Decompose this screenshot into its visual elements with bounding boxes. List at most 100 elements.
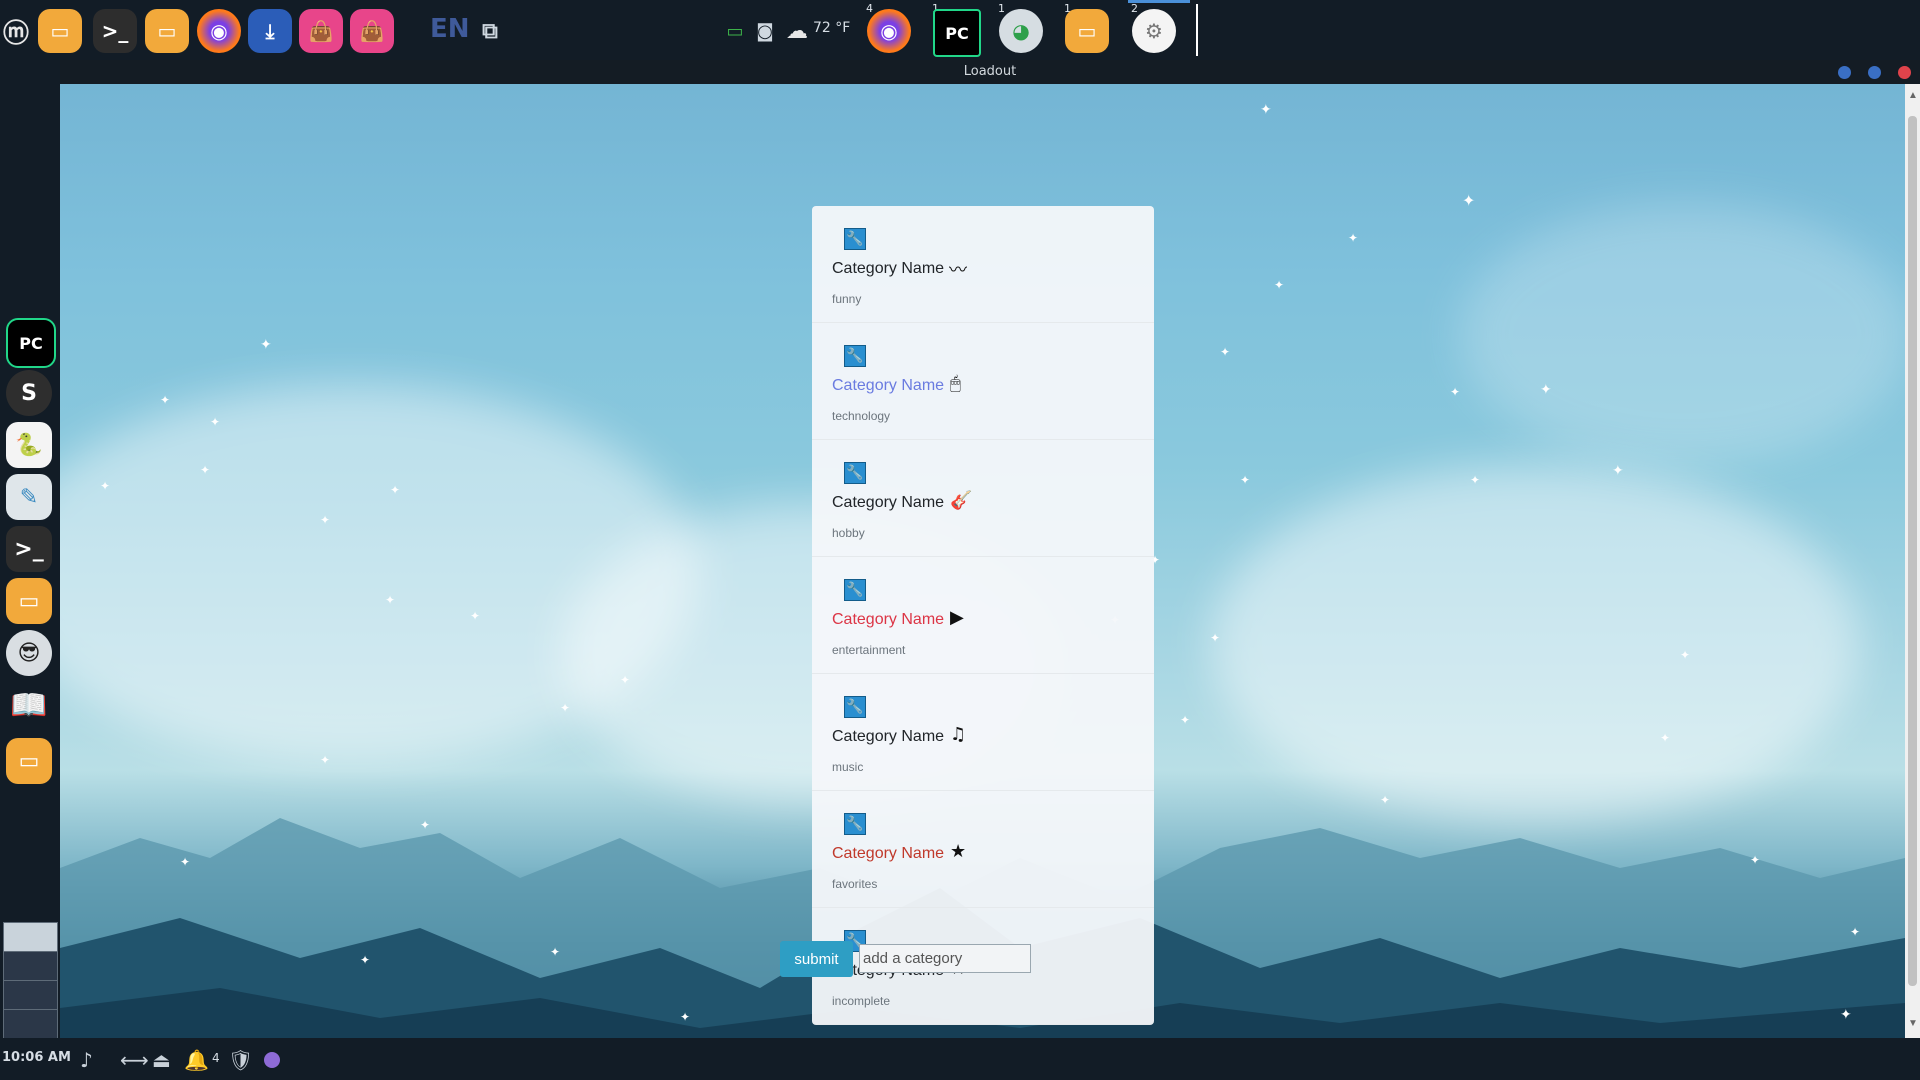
svg-text:✦: ✦ xyxy=(560,701,570,715)
submit-button[interactable]: submit xyxy=(780,941,853,977)
svg-text:✦: ✦ xyxy=(1462,193,1475,210)
category-name[interactable]: Category Name xyxy=(832,845,944,863)
settings-task-icon[interactable]: ◕ xyxy=(999,9,1043,53)
clock[interactable]: 10:06 AM xyxy=(2,1050,71,1065)
mint-menu-icon[interactable]: ⓜ xyxy=(0,9,32,53)
camera-icon[interactable]: ◙ xyxy=(752,9,778,53)
feather-dock-icon[interactable]: ✎ xyxy=(6,474,52,520)
system-settings-task-icon[interactable]: ⚙ xyxy=(1132,9,1176,53)
status-dot-icon[interactable] xyxy=(264,1052,280,1068)
store-launcher-icon-2[interactable]: 👜 xyxy=(350,9,394,53)
category-name[interactable]: Category Name xyxy=(832,611,944,629)
workspace-3[interactable] xyxy=(3,980,58,1010)
guitar-icon: 🎸 xyxy=(950,490,973,511)
add-category-input[interactable] xyxy=(859,944,1031,973)
scroll-up-icon[interactable]: ▲ xyxy=(1908,90,1918,101)
svg-text:✦: ✦ xyxy=(1180,713,1190,727)
scrollbar-thumb[interactable] xyxy=(1908,116,1917,986)
music-icon[interactable]: ♪ xyxy=(80,1048,93,1072)
svg-text:✦: ✦ xyxy=(390,483,400,497)
category-tag: entertainment xyxy=(832,643,906,657)
svg-text:✦: ✦ xyxy=(1348,231,1358,245)
panel-separator xyxy=(1196,4,1198,56)
folder-launcher-icon[interactable]: ▭ xyxy=(145,9,189,53)
category-tag: incomplete xyxy=(832,994,891,1008)
scrollbar[interactable]: ▲ ▼ xyxy=(1905,84,1920,1038)
svg-text:✦: ✦ xyxy=(210,415,220,429)
category-card[interactable]: 🔧 Category Name ★ favorites xyxy=(812,791,1154,908)
wrench-icon[interactable]: 🔧 xyxy=(844,579,866,601)
language-indicator[interactable]: EN xyxy=(430,14,470,44)
firefox-task-icon[interactable]: ◉ xyxy=(867,9,911,53)
category-card[interactable]: 🔧 Category Name 〰 funny xyxy=(812,206,1154,323)
category-name[interactable]: Category Name xyxy=(832,728,944,746)
svg-text:✦: ✦ xyxy=(320,513,330,527)
category-tag: technology xyxy=(832,409,891,423)
svg-text:✦: ✦ xyxy=(200,463,210,477)
wrench-icon[interactable]: 🔧 xyxy=(844,813,866,835)
firefox-launcher-icon[interactable]: ◉ xyxy=(197,9,241,53)
svg-text:✦: ✦ xyxy=(180,855,190,869)
category-name[interactable]: Category Name xyxy=(832,494,944,512)
maximize-button[interactable] xyxy=(1868,66,1881,79)
terminal-dock-icon[interactable]: >_ xyxy=(6,526,52,572)
s-app-dock-icon[interactable]: S xyxy=(6,370,52,416)
sunglasses-dock-icon[interactable]: 😎 xyxy=(6,630,52,676)
mouse-icon: 🖱 xyxy=(950,373,961,394)
svg-text:✦: ✦ xyxy=(1260,101,1272,117)
terminal-launcher-icon[interactable]: >_ xyxy=(93,9,137,53)
wrench-icon[interactable]: 🔧 xyxy=(844,696,866,718)
svg-text:✦: ✦ xyxy=(260,336,272,352)
pycharm-dock-icon[interactable]: PC xyxy=(6,318,56,368)
video-icon: ▶ xyxy=(950,607,964,628)
wrench-icon[interactable]: 🔧 xyxy=(844,228,866,250)
bottom-panel: 10:06 AM ♪ ⟷ ⏏ 🔔 4 🛡 xyxy=(0,1038,1920,1080)
python-dock-icon[interactable]: 🐍 xyxy=(6,422,52,468)
files-dock-icon[interactable]: ▭ xyxy=(6,738,52,784)
workspace-2[interactable] xyxy=(3,951,58,981)
folder-task-icon[interactable]: ▭ xyxy=(1065,9,1109,53)
files-launcher-icon[interactable]: ▭ xyxy=(38,9,82,53)
category-card[interactable]: 🔧 Category Name ♫ music xyxy=(812,674,1154,791)
category-name[interactable]: Category Name xyxy=(832,260,944,278)
category-name[interactable]: Category Name xyxy=(832,377,944,395)
store-launcher-icon[interactable]: 👜 xyxy=(299,9,343,53)
book-dock-icon[interactable]: 📖 xyxy=(6,682,52,728)
category-card[interactable]: 🔧 Category Name ▶ entertainment xyxy=(812,557,1154,674)
workspace-1[interactable] xyxy=(3,922,58,952)
minimize-button[interactable] xyxy=(1838,66,1851,79)
weather-icon[interactable]: ☁ xyxy=(780,9,814,53)
folder-dock-icon[interactable]: ▭ xyxy=(6,578,52,624)
shield-icon[interactable]: 🛡 xyxy=(228,1048,253,1072)
svg-text:✦: ✦ xyxy=(360,953,370,967)
category-list: 🔧 Category Name 〰 funny 🔧 Category Name … xyxy=(812,206,1154,1025)
monitor-icon[interactable]: ▭ xyxy=(720,9,750,53)
svg-text:✦: ✦ xyxy=(1380,793,1390,807)
svg-text:✦: ✦ xyxy=(1210,631,1220,645)
app-content: ✦ ✦ ✦ ✦ ✦ ✦ ✦ ✦ ✦ ✦ ✦ ✦ ✦ ✦ ✦ ✦ ✦ ✦ ✦ ✦ xyxy=(60,84,1905,1038)
window-switch-icon[interactable]: ⧉ xyxy=(470,9,510,53)
svg-text:✦: ✦ xyxy=(160,393,170,407)
svg-text:✦: ✦ xyxy=(385,593,395,607)
wrench-icon[interactable]: 🔧 xyxy=(844,345,866,367)
category-card[interactable]: 🔧 Category Name 🎸 hobby xyxy=(812,440,1154,557)
network-arrows-icon[interactable]: ⟷ xyxy=(120,1048,149,1072)
notification-bell-icon[interactable]: 🔔 xyxy=(184,1048,209,1072)
workspace-4[interactable] xyxy=(3,1009,58,1039)
close-button[interactable] xyxy=(1898,66,1911,79)
svg-text:✦: ✦ xyxy=(1750,853,1760,867)
scroll-down-icon[interactable]: ▼ xyxy=(1908,1018,1918,1029)
category-card[interactable]: 🔧 Category Name 🖱 technology xyxy=(812,323,1154,440)
svg-text:✦: ✦ xyxy=(1470,473,1480,487)
window-title: Loadout xyxy=(963,64,1017,79)
notification-count: 4 xyxy=(212,1051,220,1065)
category-tag: favorites xyxy=(832,877,878,891)
installer-launcher-icon[interactable]: ⤓ xyxy=(248,9,292,53)
removable-drive-icon[interactable]: ⏏ xyxy=(152,1048,171,1072)
wrench-icon[interactable]: 🔧 xyxy=(844,462,866,484)
svg-text:✦: ✦ xyxy=(1612,462,1624,478)
window-titlebar[interactable]: Loadout xyxy=(60,60,1920,84)
weather-temperature: 72 °F xyxy=(813,20,851,36)
pycharm-task-icon[interactable]: PC xyxy=(933,9,981,57)
task-badge: 2 xyxy=(1131,2,1138,15)
